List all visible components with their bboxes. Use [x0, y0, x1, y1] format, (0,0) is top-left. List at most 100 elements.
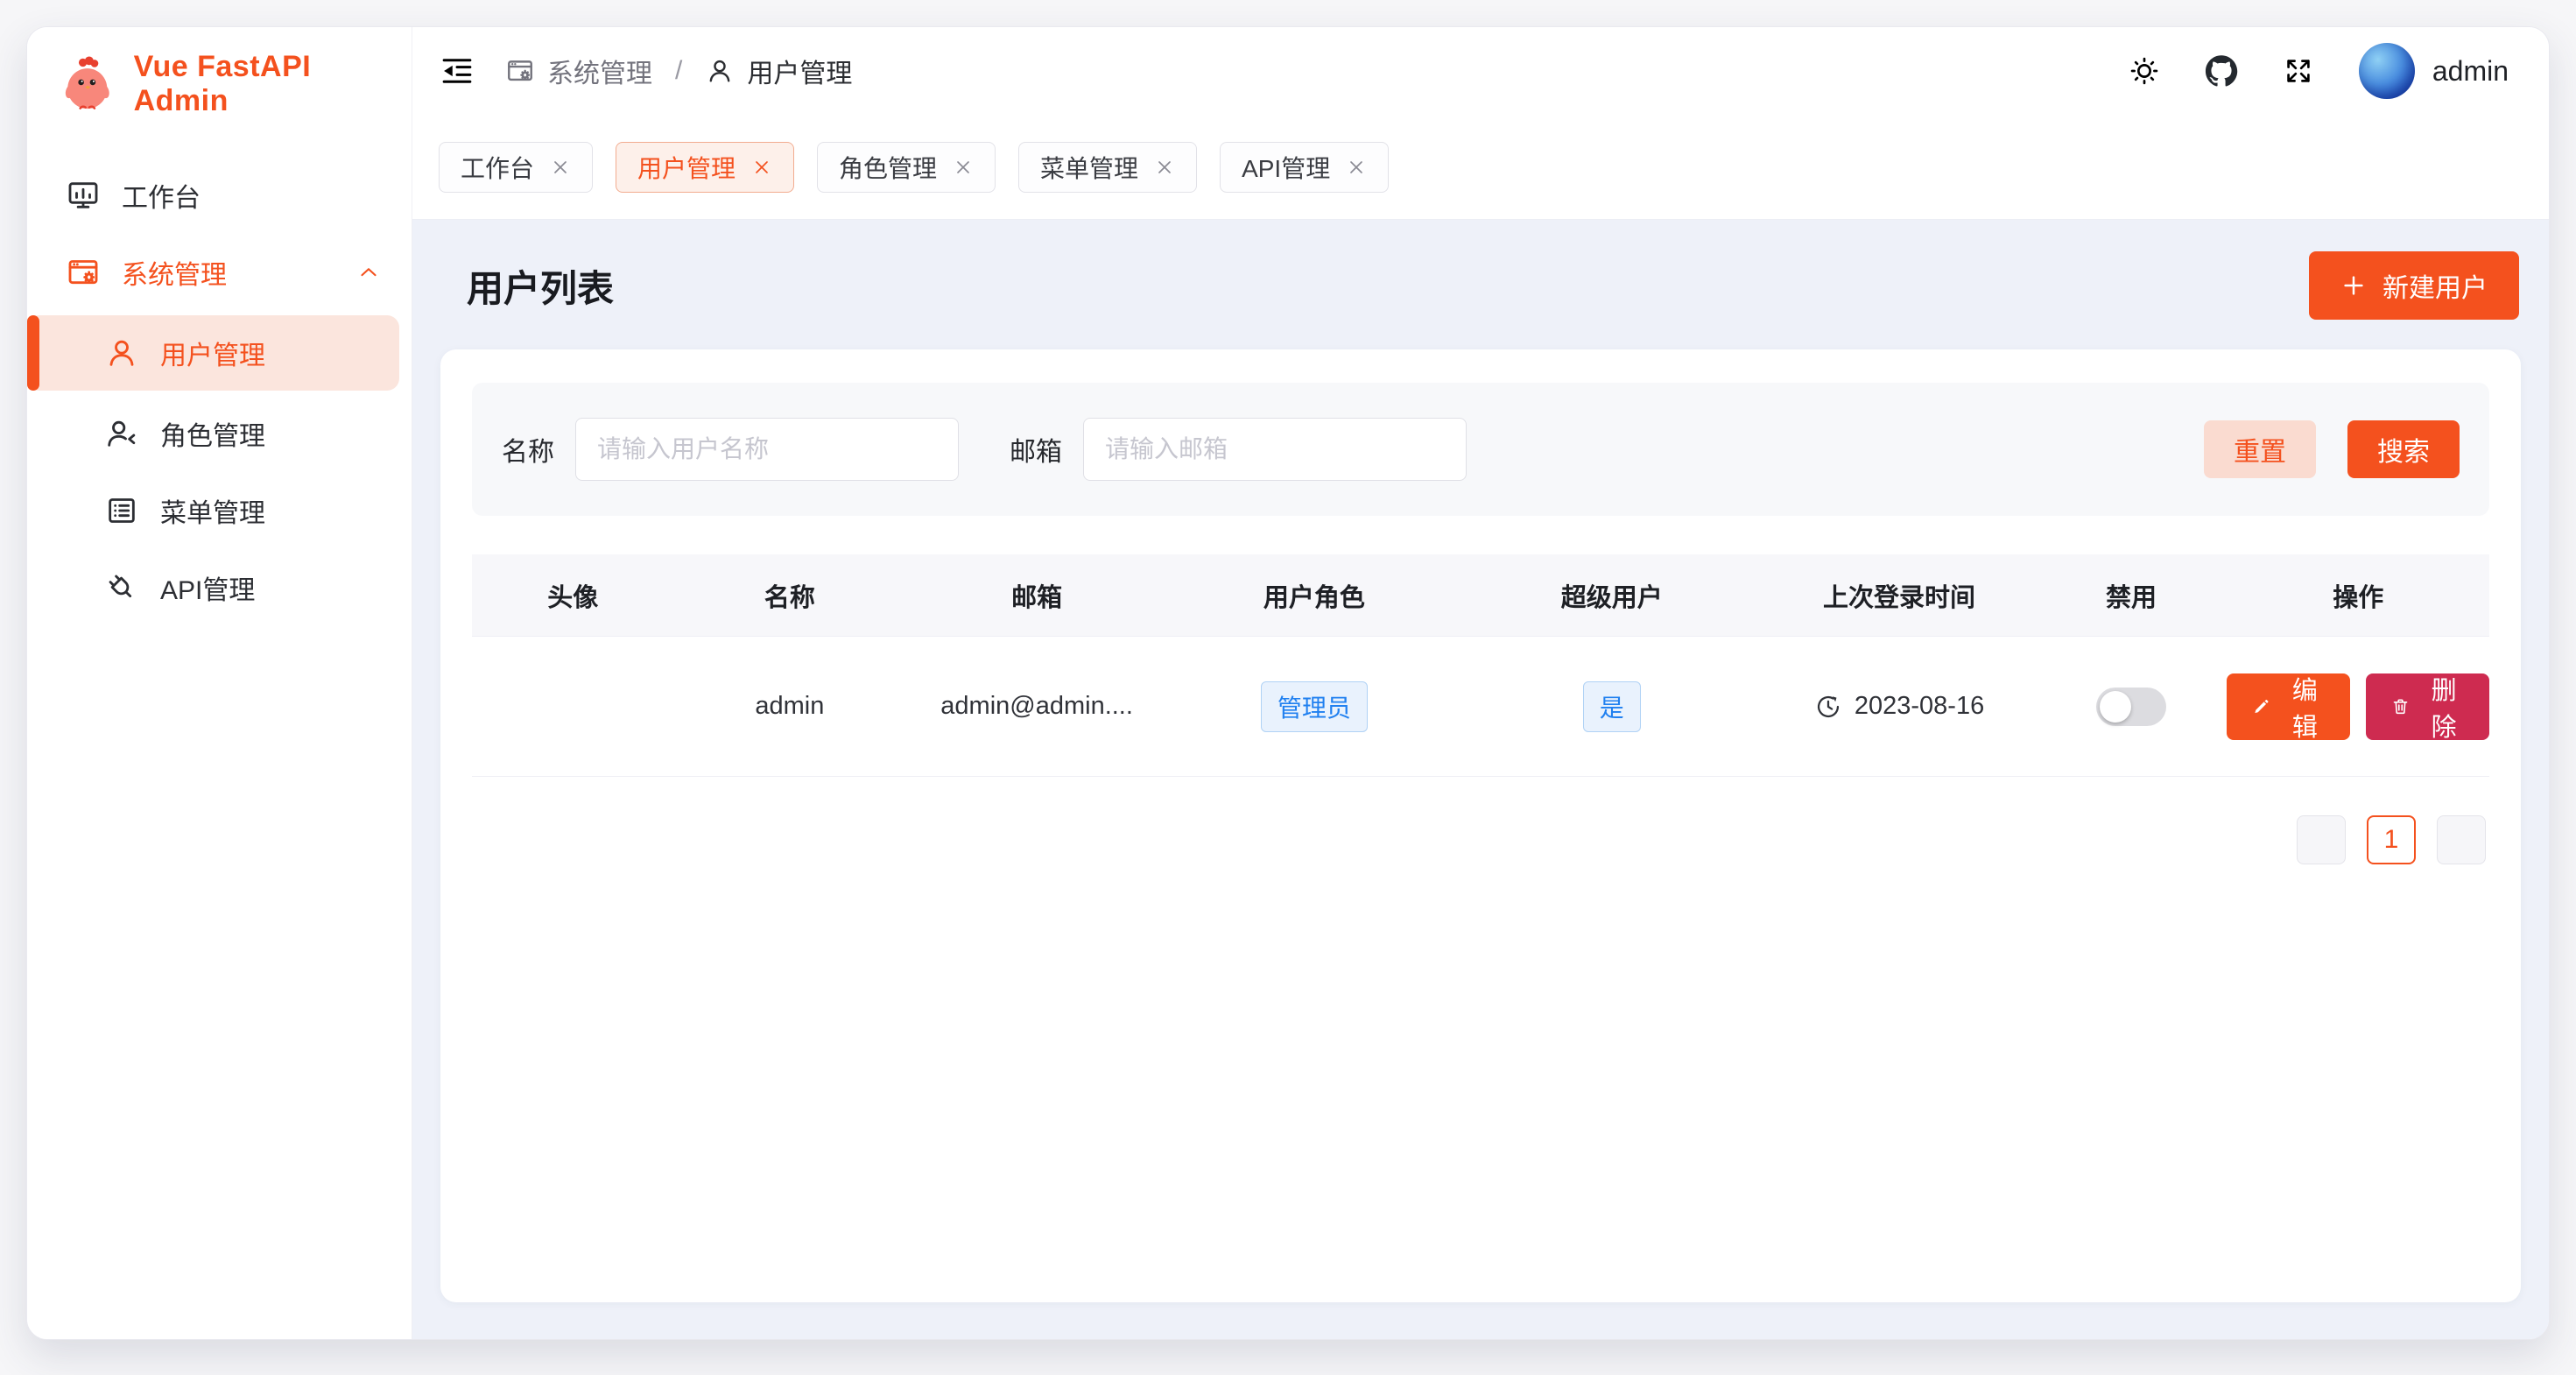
sidebar-item-label: 系统管理 [122, 253, 227, 292]
topbar-actions: admin [2128, 43, 2509, 99]
name-filter-input[interactable] [575, 418, 959, 481]
theme-sun-icon [2128, 54, 2161, 88]
breadcrumb-label: 系统管理 [547, 52, 652, 90]
sidebar-item-label: 菜单管理 [160, 491, 265, 530]
edit-button[interactable]: 编辑 [2227, 673, 2350, 740]
sidebar-item-label: 工作台 [122, 176, 201, 215]
close-icon[interactable] [1154, 157, 1175, 178]
topbar: 系统管理 / 用户管理 a [412, 27, 2549, 115]
tab-label: 工作台 [461, 150, 534, 185]
pagination: 1 [472, 815, 2489, 864]
chevron-up-icon [355, 259, 382, 286]
edit-button-label: 编辑 [2284, 670, 2326, 744]
cell-last-login: 2023-08-16 [1763, 692, 2036, 721]
sidebar-item-label: API管理 [160, 568, 255, 607]
sidebar-item-label: 角色管理 [160, 414, 265, 453]
menu-icon [104, 493, 139, 528]
tab-label: 用户管理 [637, 150, 735, 185]
chevron-right-icon [2450, 829, 2473, 851]
github-button[interactable] [2205, 54, 2238, 88]
table-header-row: 头像 名称 邮箱 用户角色 超级用户 上次登录时间 禁用 操作 [472, 554, 2489, 637]
column-header-superuser: 超级用户 [1460, 577, 1763, 614]
column-header-email: 邮箱 [905, 577, 1168, 614]
tab-users[interactable]: 用户管理 [616, 142, 794, 193]
edit-pencil-icon [2251, 695, 2271, 719]
close-icon[interactable] [1346, 157, 1367, 178]
pagination-prev-button[interactable] [2297, 815, 2346, 864]
column-header-actions: 操作 [2227, 577, 2489, 614]
cell-email: admin@admin.... [905, 692, 1168, 721]
user-icon [705, 56, 735, 86]
fullscreen-button[interactable] [2282, 54, 2315, 88]
delete-trash-icon [2390, 695, 2411, 719]
sidebar-item-system[interactable]: 系统管理 [27, 238, 412, 307]
cell-superuser: 是 [1460, 681, 1763, 732]
email-filter-group: 邮箱 [1010, 418, 1467, 481]
sidebar-item-menus[interactable]: 菜单管理 [27, 476, 412, 545]
search-button[interactable]: 搜索 [2347, 420, 2460, 478]
sidebar-item-users[interactable]: 用户管理 [27, 315, 399, 391]
delete-button[interactable]: 删除 [2366, 673, 2489, 740]
sidebar-item-label: 用户管理 [160, 334, 265, 372]
filter-actions: 重置 搜索 [2204, 420, 2460, 478]
email-filter-label: 邮箱 [1010, 430, 1062, 469]
tab-workbench[interactable]: 工作台 [439, 142, 593, 193]
app-window: Vue FastAPI Admin 工作台 系统管理 用户管理 角色管理 [26, 26, 2550, 1340]
sidebar-item-roles[interactable]: 角色管理 [27, 399, 412, 468]
collapse-sidebar-button[interactable] [439, 53, 475, 89]
disabled-toggle[interactable] [2096, 688, 2166, 726]
role-icon [104, 416, 139, 451]
theme-toggle-button[interactable] [2128, 54, 2161, 88]
name-filter-group: 名称 [502, 418, 959, 481]
user-list-card: 名称 邮箱 重置 搜索 头像 名称 [440, 349, 2521, 1302]
column-header-name: 名称 [673, 577, 905, 614]
sidebar-item-workbench[interactable]: 工作台 [27, 161, 412, 229]
tab-roles[interactable]: 角色管理 [817, 142, 996, 193]
filter-bar: 名称 邮箱 重置 搜索 [472, 383, 2489, 516]
fullscreen-icon [2282, 54, 2315, 88]
clock-icon [1814, 693, 1842, 721]
workbench-icon [66, 178, 101, 213]
tab-label: 角色管理 [839, 150, 937, 185]
superuser-badge: 是 [1583, 681, 1641, 732]
page-header: 用户列表 新建用户 [440, 220, 2521, 320]
chevron-left-icon [2310, 829, 2333, 851]
column-header-avatar: 头像 [472, 577, 673, 614]
user-menu[interactable]: admin [2359, 43, 2509, 99]
name-filter-label: 名称 [502, 430, 554, 469]
app-title: Vue FastAPI Admin [134, 50, 412, 118]
reset-button[interactable]: 重置 [2204, 420, 2316, 478]
pagination-page-1[interactable]: 1 [2367, 815, 2416, 864]
system-icon [66, 255, 101, 290]
main-area: 系统管理 / 用户管理 a [412, 27, 2549, 1339]
system-icon [505, 56, 535, 86]
username: admin [2432, 55, 2509, 88]
user-icon [104, 335, 139, 370]
cell-disabled [2036, 688, 2228, 726]
sidebar-item-api[interactable]: API管理 [27, 554, 412, 622]
tab-menus[interactable]: 菜单管理 [1018, 142, 1197, 193]
pagination-next-button[interactable] [2437, 815, 2486, 864]
page-title: 用户列表 [467, 259, 614, 313]
close-icon[interactable] [751, 157, 772, 178]
cell-name: admin [673, 692, 905, 721]
breadcrumb-label: 用户管理 [747, 52, 852, 90]
close-icon[interactable] [550, 157, 571, 178]
close-icon[interactable] [953, 157, 974, 178]
page-content: 用户列表 新建用户 名称 邮箱 [412, 220, 2549, 1339]
new-user-button[interactable]: 新建用户 [2309, 251, 2519, 320]
email-filter-input[interactable] [1083, 418, 1467, 481]
delete-button-label: 删除 [2423, 670, 2465, 744]
breadcrumb: 系统管理 / 用户管理 [505, 52, 852, 90]
app-logo[interactable]: Vue FastAPI Admin [27, 27, 412, 141]
breadcrumb-separator: / [675, 56, 682, 86]
new-user-button-label: 新建用户 [2382, 266, 2488, 305]
table-row: admin admin@admin.... 管理员 是 2023-08-16 [472, 637, 2489, 777]
breadcrumb-item-users[interactable]: 用户管理 [705, 52, 852, 90]
role-badge: 管理员 [1261, 681, 1368, 732]
breadcrumb-item-system[interactable]: 系统管理 [505, 52, 652, 90]
tab-api[interactable]: API管理 [1220, 142, 1389, 193]
cell-actions: 编辑 删除 [2227, 673, 2489, 740]
github-icon [2205, 54, 2238, 88]
collapse-sidebar-icon [439, 53, 475, 89]
